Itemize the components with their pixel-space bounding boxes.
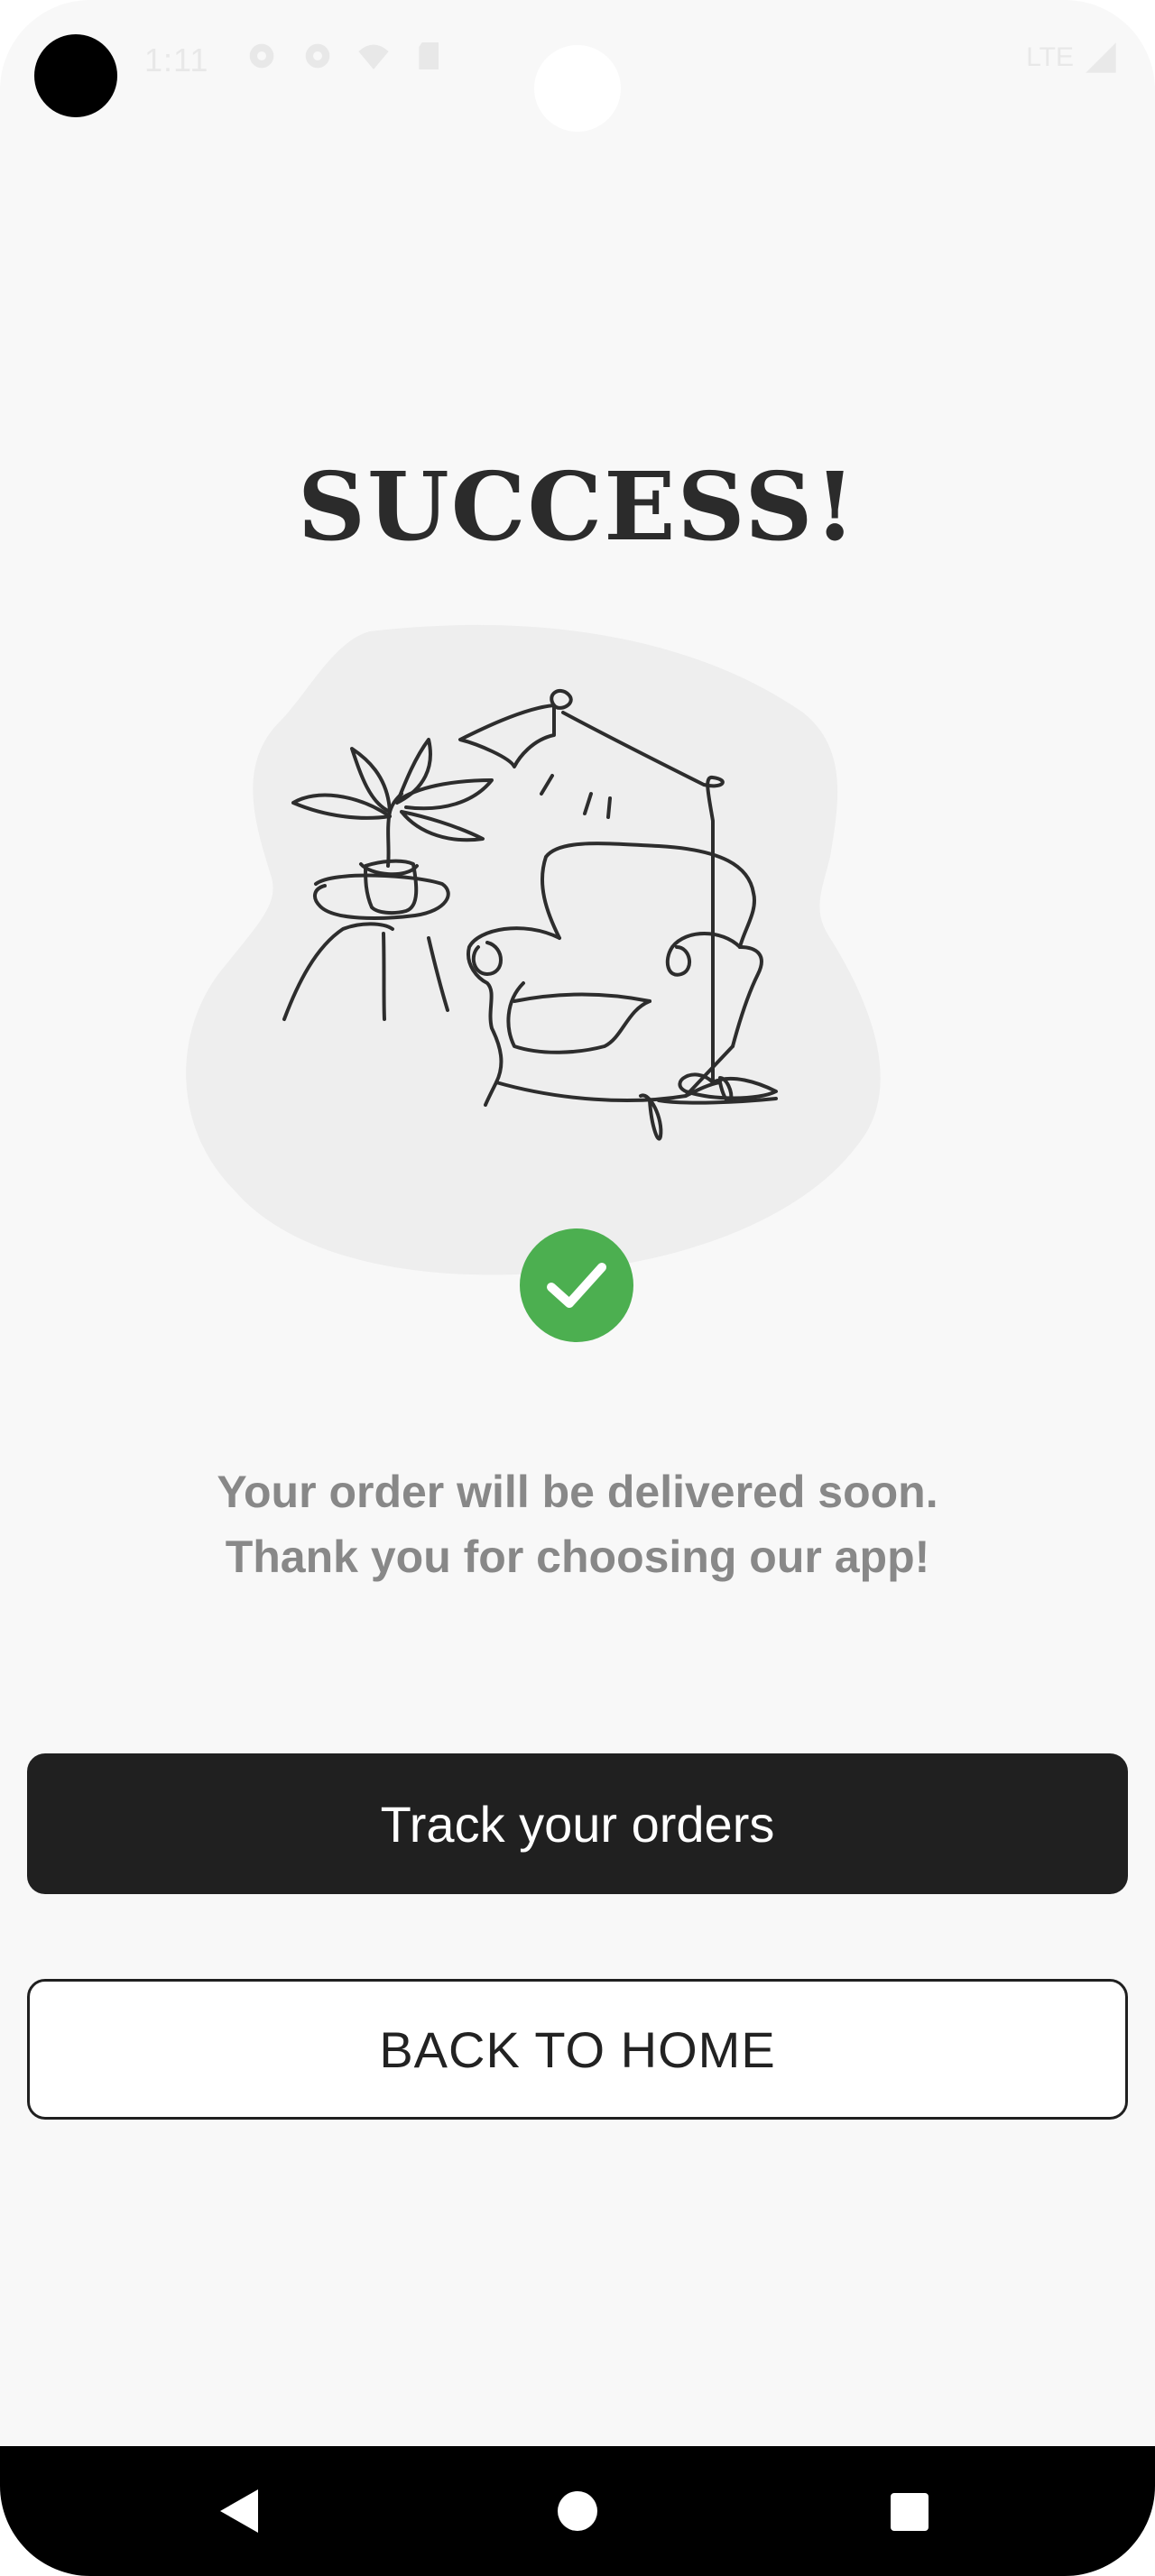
back-to-home-button[interactable]: BACK TO HOME [27, 1979, 1128, 2120]
phone-screen: 1:11 LTE SUCCESS! Your order will be del… [0, 0, 1155, 2576]
navigation-bar [0, 2446, 1155, 2576]
armchair-plant-lamp-illustration [186, 624, 881, 1275]
home-icon[interactable] [558, 2491, 597, 2531]
network-type: LTE [1026, 42, 1074, 72]
signal-icon [1086, 42, 1116, 73]
settings-icon [305, 43, 330, 69]
status-time: 1:11 [144, 41, 209, 78]
status-right: LTE [1026, 40, 1119, 76]
settings-icon [249, 43, 274, 69]
status-bar: 1:11 LTE [0, 0, 1155, 132]
message-line-1: Your order will be delivered soon. [217, 1467, 938, 1517]
front-sensor [534, 45, 621, 132]
wifi-icon [358, 44, 389, 69]
confirmation-message: Your order will be delivered soon. Thank… [0, 1459, 1155, 1589]
recents-icon[interactable] [891, 2493, 929, 2531]
track-orders-button[interactable]: Track your orders [27, 1753, 1128, 1894]
check-icon [520, 1228, 633, 1342]
camera-cutout [34, 34, 117, 117]
checkmark-icon [547, 1263, 606, 1308]
message-line-2: Thank you for choosing our app! [225, 1532, 930, 1582]
sd-card-icon [419, 42, 439, 69]
status-icons [244, 38, 448, 74]
back-icon[interactable] [217, 2486, 262, 2536]
page-title: SUCCESS! [297, 451, 858, 562]
